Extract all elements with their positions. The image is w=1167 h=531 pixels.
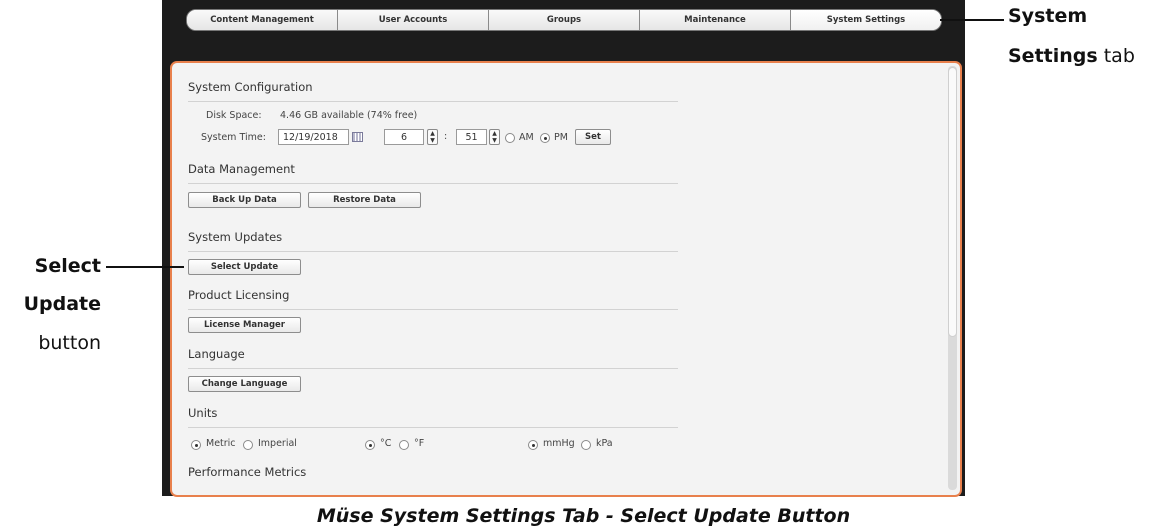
mmhg-label: mmHg [543, 438, 575, 449]
performance-metrics-heading: Performance Metrics [188, 465, 307, 479]
fahrenheit-label: °F [414, 438, 425, 449]
hour-field[interactable]: 6 [384, 129, 424, 145]
divider [188, 101, 678, 102]
stepper-up-icon[interactable]: ▲ [492, 130, 497, 137]
date-field[interactable]: 12/19/2018 [278, 129, 349, 145]
button-callout-line [106, 266, 184, 268]
tab-content-management[interactable]: Content Management [187, 10, 338, 30]
application-window: Content Management User Accounts Groups … [162, 0, 965, 497]
system-configuration-heading: System Configuration [188, 80, 313, 94]
metric-label: Metric [206, 438, 236, 449]
vertical-scrollbar[interactable] [948, 66, 957, 490]
tab-callout-line [940, 19, 1004, 21]
button-callout-line-2: Update [23, 293, 101, 315]
divider [188, 309, 678, 310]
language-heading: Language [188, 347, 245, 361]
fahrenheit-radio[interactable] [399, 440, 409, 450]
divider [188, 427, 678, 428]
pm-label: PM [554, 132, 568, 143]
hour-stepper[interactable]: ▲ ▼ [427, 129, 438, 145]
scrollbar-thumb[interactable] [949, 68, 956, 336]
imperial-label: Imperial [258, 438, 297, 449]
units-heading: Units [188, 406, 218, 420]
button-callout-line-1: Select [34, 255, 101, 277]
tab-system-settings[interactable]: System Settings [791, 10, 941, 30]
tab-callout-line-2: Settings tab [1008, 45, 1135, 67]
stepper-down-icon[interactable]: ▼ [492, 137, 497, 144]
tab-user-accounts[interactable]: User Accounts [338, 10, 489, 30]
mmhg-radio[interactable] [528, 440, 538, 450]
back-up-data-button[interactable]: Back Up Data [188, 192, 301, 208]
disk-space-value: 4.46 GB available (74% free) [280, 110, 418, 121]
imperial-radio[interactable] [243, 440, 253, 450]
celsius-radio[interactable] [365, 440, 375, 450]
am-label: AM [519, 132, 534, 143]
stepper-up-icon[interactable]: ▲ [430, 130, 435, 137]
am-radio[interactable] [505, 133, 515, 143]
kpa-radio[interactable] [581, 440, 591, 450]
tab-maintenance[interactable]: Maintenance [640, 10, 791, 30]
stepper-down-icon[interactable]: ▼ [430, 137, 435, 144]
restore-data-button[interactable]: Restore Data [308, 192, 421, 208]
system-updates-heading: System Updates [188, 230, 283, 244]
system-time-label: System Time: [201, 132, 266, 143]
minute-stepper[interactable]: ▲ ▼ [489, 129, 500, 145]
change-language-button[interactable]: Change Language [188, 376, 301, 392]
data-management-heading: Data Management [188, 162, 295, 176]
button-callout-line-3: button [38, 332, 101, 354]
figure-caption: Müse System Settings Tab - Select Update… [316, 505, 851, 527]
divider [188, 251, 678, 252]
select-update-button[interactable]: Select Update [188, 259, 301, 275]
minute-field[interactable]: 51 [456, 129, 487, 145]
tab-callout-line-1: System [1008, 5, 1088, 27]
kpa-label: kPa [596, 438, 613, 449]
divider [188, 368, 678, 369]
license-manager-button[interactable]: License Manager [188, 317, 301, 333]
settings-panel: System Configuration Disk Space: 4.46 GB… [170, 61, 962, 497]
celsius-label: °C [380, 438, 392, 449]
pm-radio[interactable] [540, 133, 550, 143]
set-time-button[interactable]: Set [575, 129, 611, 145]
calendar-icon[interactable] [352, 132, 363, 142]
time-separator: : [444, 131, 448, 142]
disk-space-label: Disk Space: [206, 110, 262, 121]
tab-groups[interactable]: Groups [489, 10, 640, 30]
metric-radio[interactable] [191, 440, 201, 450]
tab-bar: Content Management User Accounts Groups … [186, 9, 942, 31]
product-licensing-heading: Product Licensing [188, 288, 290, 302]
divider [188, 183, 678, 184]
